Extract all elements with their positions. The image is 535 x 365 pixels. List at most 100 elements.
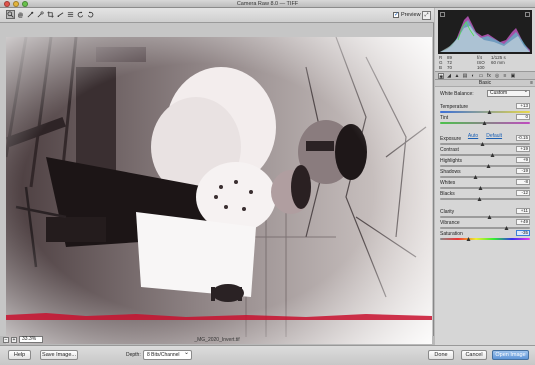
eyedropper-icon[interactable] [26, 10, 35, 19]
zoom-tool-icon[interactable] [6, 10, 15, 19]
blacks-thumb[interactable] [477, 197, 482, 201]
tab-hsl-icon[interactable]: ▤ [462, 73, 468, 79]
shadows-label: Shadows [440, 169, 461, 175]
highlights-thumb[interactable] [486, 164, 491, 168]
tab-presets-icon[interactable]: ≡ [502, 73, 508, 79]
highlights-track[interactable] [440, 165, 530, 167]
clarity-thumb[interactable] [487, 215, 491, 219]
temperature-value-field[interactable]: +13 [516, 103, 530, 109]
hand-tool-icon[interactable] [16, 10, 25, 19]
vibrance-value-field[interactable]: +49 [516, 219, 530, 225]
tab-snapshots-icon[interactable]: ▣ [510, 73, 516, 79]
whites-track[interactable] [440, 187, 530, 189]
histogram [438, 10, 532, 54]
vibrance-thumb[interactable] [504, 226, 509, 230]
highlight-clip-icon[interactable] [525, 12, 530, 17]
rotate-cw-icon[interactable] [86, 10, 95, 19]
saturation-slider[interactable]: Saturation -35 [440, 230, 530, 243]
vibrance-track[interactable] [440, 227, 530, 229]
preview-checkbox[interactable] [393, 11, 399, 18]
shadows-value-field[interactable]: -19 [516, 168, 530, 174]
white-balance-label: White Balance: [440, 91, 474, 97]
histogram-graph [440, 16, 530, 52]
saturation-track[interactable] [440, 238, 530, 240]
tint-value-field[interactable]: 0 [516, 114, 530, 120]
blacks-slider[interactable]: Blacks -12 [440, 190, 530, 203]
auto-default-links: Auto Default [435, 133, 535, 139]
default-link[interactable]: Default [486, 133, 502, 139]
image-canvas[interactable] [0, 23, 434, 344]
blacks-track[interactable] [440, 198, 530, 200]
temperature-thumb[interactable] [487, 110, 492, 114]
tab-detail-icon[interactable]: ▲ [454, 73, 460, 79]
tab-lens-icon[interactable]: ▭ [478, 73, 484, 79]
help-button[interactable]: Help [8, 350, 31, 360]
contrast-track[interactable] [440, 154, 530, 156]
depth-select[interactable]: 8 Bits/Channel [143, 349, 192, 360]
list-icon[interactable] [66, 10, 75, 19]
straighten-icon[interactable] [56, 10, 65, 19]
tab-basic-icon[interactable]: ◉ [438, 72, 444, 80]
iso-value: ISO 100 [477, 60, 485, 70]
clarity-label: Clarity [440, 209, 455, 215]
saturation-thumb[interactable] [466, 237, 471, 241]
toolbar: Preview ⤢ [0, 8, 434, 23]
whites-thumb[interactable] [478, 186, 483, 190]
contrast-value-field[interactable]: +19 [516, 146, 530, 152]
shadows-thumb[interactable] [473, 175, 478, 179]
clarity-value-field[interactable]: +11 [516, 208, 530, 214]
panel-menu-icon[interactable]: ≡ [530, 80, 533, 86]
blacks-value-field[interactable]: -12 [516, 190, 530, 196]
contrast-label: Contrast [440, 147, 459, 153]
filename-label: _MG_2020_Invert.tif [194, 337, 240, 343]
contrast-thumb[interactable] [490, 153, 495, 157]
fullscreen-icon[interactable]: ⤢ [422, 11, 431, 20]
whites-label: Whites [440, 180, 456, 186]
tab-effects-icon[interactable]: fx [486, 73, 492, 79]
window-controls [4, 1, 28, 7]
blacks-label: Blacks [440, 191, 455, 197]
temperature-track[interactable] [440, 111, 530, 113]
shadow-clip-icon[interactable] [440, 12, 445, 17]
exposure-thumb[interactable] [480, 142, 485, 146]
rgb-readout: R 89 f/4 1/125 s G 72 ISO 100 60 mm B 70 [439, 55, 532, 70]
crop-icon[interactable] [46, 10, 55, 19]
tab-tone-curve-icon[interactable]: ◢ [446, 73, 452, 79]
exposure-track[interactable] [440, 143, 530, 145]
whites-value-field[interactable]: -8 [516, 179, 530, 185]
done-button[interactable]: Done [428, 350, 454, 360]
open-image-button[interactable]: Open Image [492, 350, 529, 360]
tint-label: Tint [440, 115, 449, 121]
temperature-label: Temperature [440, 104, 469, 110]
preview-label: Preview [401, 12, 421, 18]
b-label: B [439, 65, 443, 70]
tool-group [6, 10, 95, 19]
photo-preview [6, 37, 432, 344]
title-bar: Camera Raw 8.0 — TIFF [0, 0, 535, 8]
zoom-window-button[interactable] [22, 1, 28, 7]
shadows-track[interactable] [440, 176, 530, 178]
preview-toggle[interactable]: Preview [393, 11, 421, 18]
clarity-track[interactable] [440, 216, 530, 218]
color-sampler-icon[interactable] [36, 10, 45, 19]
section-header: Basic ≡ [435, 80, 535, 87]
save-image-button[interactable]: Save Image... [40, 350, 78, 360]
tab-camera-calibration-icon[interactable]: ◎ [494, 73, 500, 79]
white-balance-select[interactable]: Custom [487, 89, 530, 97]
adjustment-panel: R 89 f/4 1/125 s G 72 ISO 100 60 mm B 70 ◉ ◢ ▲ … [435, 8, 535, 345]
b-value: 70 [447, 65, 453, 70]
close-window-button[interactable] [4, 1, 10, 7]
minimize-window-button[interactable] [13, 1, 19, 7]
tab-split-toning-icon[interactable]: ◐ [470, 73, 476, 79]
section-title: Basic [478, 80, 492, 86]
photo-image [6, 37, 432, 344]
highlights-value-field[interactable]: +9 [516, 157, 530, 163]
window-title: Camera Raw 8.0 — TIFF [236, 1, 299, 7]
auto-link[interactable]: Auto [468, 133, 478, 139]
saturation-value-field[interactable]: -35 [516, 230, 530, 236]
tint-slider[interactable]: Tint 0 [440, 114, 530, 127]
cancel-button[interactable]: Cancel [461, 350, 487, 360]
highlights-label: Highlights [440, 158, 462, 164]
rotate-ccw-icon[interactable] [76, 10, 85, 19]
tint-thumb[interactable] [482, 121, 487, 125]
